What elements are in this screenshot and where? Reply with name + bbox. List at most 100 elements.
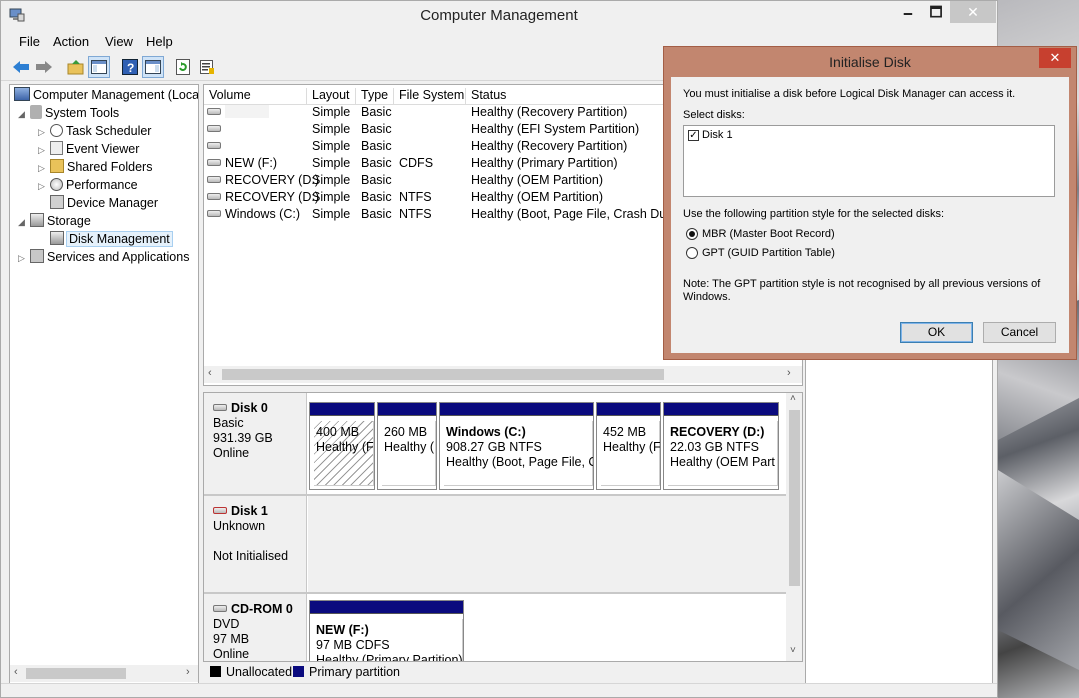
disk-listbox[interactable]: ✓ Disk 1: [683, 125, 1055, 197]
menu-action[interactable]: Action: [53, 34, 89, 49]
scroll-up-icon[interactable]: ˄: [790, 393, 796, 404]
maximize-button[interactable]: 🗖: [922, 1, 950, 23]
partition-new-f[interactable]: NEW (F:) 97 MB CDFS Healthy (Primary Parti…: [309, 600, 464, 661]
dialog-intro-text: You must initialise a disk before Logica…: [683, 88, 1016, 100]
mbr-radio[interactable]: [686, 228, 698, 240]
partition-recovery-d[interactable]: RECOVERY (D:) 22.03 GB NTFS Healthy (OEM P…: [663, 402, 779, 490]
tree-device-manager[interactable]: Device Manager: [50, 194, 158, 212]
tree-task-scheduler[interactable]: ▷ Task Scheduler: [38, 122, 151, 140]
dialog-body: You must initialise a disk before Logica…: [671, 77, 1069, 353]
volume-icon: [207, 142, 221, 149]
svg-text:?: ?: [127, 61, 134, 75]
cdrom-0-label[interactable]: CD-ROM 0 DVD 97 MB Online: [204, 594, 307, 661]
partition-efi-260mb[interactable]: 260 MB Healthy (: [377, 402, 437, 490]
menu-file[interactable]: File: [19, 34, 40, 49]
disk-1-unallocated-area[interactable]: [308, 496, 786, 592]
gpt-note-line-2: Windows.: [683, 291, 731, 303]
console-tree: Computer Management (Local ◢ System Tools…: [9, 84, 199, 684]
menu-view[interactable]: View: [105, 34, 133, 49]
minimize-button[interactable]: 🗕: [894, 1, 922, 23]
disk-error-icon: [213, 507, 227, 514]
ok-button[interactable]: OK: [900, 322, 973, 343]
computer-management-icon: [14, 87, 30, 101]
expand-triangle-icon[interactable]: ▷: [38, 177, 50, 195]
tree-services-and-applications[interactable]: ▷ Services and Applications: [18, 248, 189, 266]
refresh-icon[interactable]: [172, 56, 194, 78]
tree-disk-management[interactable]: Disk Management: [50, 230, 173, 248]
back-arrow-icon[interactable]: [10, 56, 32, 78]
select-disks-label: Select disks:: [683, 109, 745, 121]
tools-icon: [30, 105, 42, 119]
shared-folder-icon: [50, 159, 64, 173]
column-header-type[interactable]: Type: [356, 88, 394, 105]
primary-partition-swatch: [293, 666, 304, 677]
performance-icon: [50, 178, 63, 191]
show-hide-console-tree-icon[interactable]: [88, 56, 110, 78]
unallocated-swatch: [210, 666, 221, 677]
legend-unallocated: Unallocated: [210, 665, 292, 679]
graphical-view-vertical-scrollbar[interactable]: ˄ ˅: [786, 393, 802, 661]
disk-0-label[interactable]: Disk 0 Basic 931.39 GB Online: [204, 393, 307, 494]
tree-event-viewer[interactable]: ▷ Event Viewer: [38, 140, 139, 158]
column-header-file-system[interactable]: File System: [394, 88, 466, 105]
scroll-right-icon[interactable]: ›: [787, 367, 791, 379]
tree-system-tools[interactable]: ◢ System Tools: [18, 104, 119, 122]
scrollbar-thumb[interactable]: [789, 410, 800, 586]
title-bar[interactable]: Computer Management 🗕 🗖 ✕: [1, 1, 997, 31]
legend: Unallocated Primary partition: [203, 662, 803, 682]
properties-icon[interactable]: [196, 56, 218, 78]
initialise-disk-dialog: Initialise Disk ✕ You must initialise a …: [663, 46, 1077, 360]
storage-icon: [30, 213, 44, 227]
scrollbar-thumb[interactable]: [26, 668, 126, 679]
cancel-button[interactable]: Cancel: [983, 322, 1056, 343]
window-title: Computer Management: [420, 7, 578, 24]
volume-icon: [207, 108, 221, 115]
help-icon[interactable]: ?: [119, 56, 141, 78]
volume-list-horizontal-scrollbar[interactable]: ‹ ›: [204, 366, 802, 383]
scroll-left-icon[interactable]: ‹: [208, 367, 212, 379]
disk-1-label[interactable]: Disk 1 Unknown Not Initialised: [204, 496, 307, 592]
event-viewer-icon: [50, 141, 63, 155]
column-header-volume[interactable]: Volume: [204, 88, 307, 105]
column-header-layout[interactable]: Layout: [307, 88, 356, 105]
device-manager-icon: [50, 195, 64, 209]
menu-help[interactable]: Help: [146, 34, 173, 49]
up-folder-icon[interactable]: [65, 56, 87, 78]
tree-horizontal-scrollbar[interactable]: ‹ ›: [10, 665, 198, 682]
scroll-down-icon[interactable]: ˅: [790, 645, 796, 656]
disk-management-icon: [50, 231, 64, 245]
volume-icon: [207, 193, 221, 200]
gpt-note-line-1: Note: The GPT partition style is not rec…: [683, 278, 1041, 290]
volume-icon: [207, 176, 221, 183]
volume-icon: [207, 210, 221, 217]
show-hide-action-pane-icon[interactable]: [142, 56, 164, 78]
close-button[interactable]: ✕: [950, 1, 996, 23]
tree-performance[interactable]: ▷ Performance: [38, 176, 138, 194]
expand-triangle-icon[interactable]: ▷: [38, 141, 50, 159]
collapse-triangle-icon[interactable]: ◢: [18, 213, 30, 231]
tree-root[interactable]: Computer Management (Local: [14, 86, 198, 104]
scrollbar-thumb[interactable]: [222, 369, 664, 380]
expand-triangle-icon[interactable]: ▷: [38, 123, 50, 141]
scroll-left-icon[interactable]: ‹: [14, 666, 18, 678]
status-bar: [1, 683, 997, 698]
mbr-label[interactable]: MBR (Master Boot Record): [702, 228, 835, 240]
expand-triangle-icon[interactable]: ▷: [18, 249, 30, 267]
partition-recovery-400mb[interactable]: 400 MB Healthy (F: [309, 402, 375, 490]
scroll-right-icon[interactable]: ›: [186, 666, 190, 678]
partition-windows-c[interactable]: Windows (C:) 908.27 GB NTFS Healthy (Boot,…: [439, 402, 594, 490]
forward-arrow-icon[interactable]: [33, 56, 55, 78]
legend-primary: Primary partition: [293, 665, 400, 679]
disk-1-item-label[interactable]: Disk 1: [702, 129, 733, 141]
dialog-close-button[interactable]: ✕: [1039, 48, 1071, 68]
tree-shared-folders[interactable]: ▷ Shared Folders: [38, 158, 152, 176]
expand-triangle-icon[interactable]: ▷: [38, 159, 50, 177]
collapse-triangle-icon[interactable]: ◢: [18, 105, 30, 123]
dialog-title: Initialise Disk: [829, 54, 911, 70]
gpt-label[interactable]: GPT (GUID Partition Table): [702, 247, 835, 259]
gpt-radio[interactable]: [686, 247, 698, 259]
tree-storage[interactable]: ◢ Storage: [18, 212, 91, 230]
disk-1-checkbox[interactable]: ✓: [688, 130, 699, 141]
partition-recovery-452mb[interactable]: 452 MB Healthy (F: [596, 402, 661, 490]
clock-icon: [50, 124, 63, 137]
